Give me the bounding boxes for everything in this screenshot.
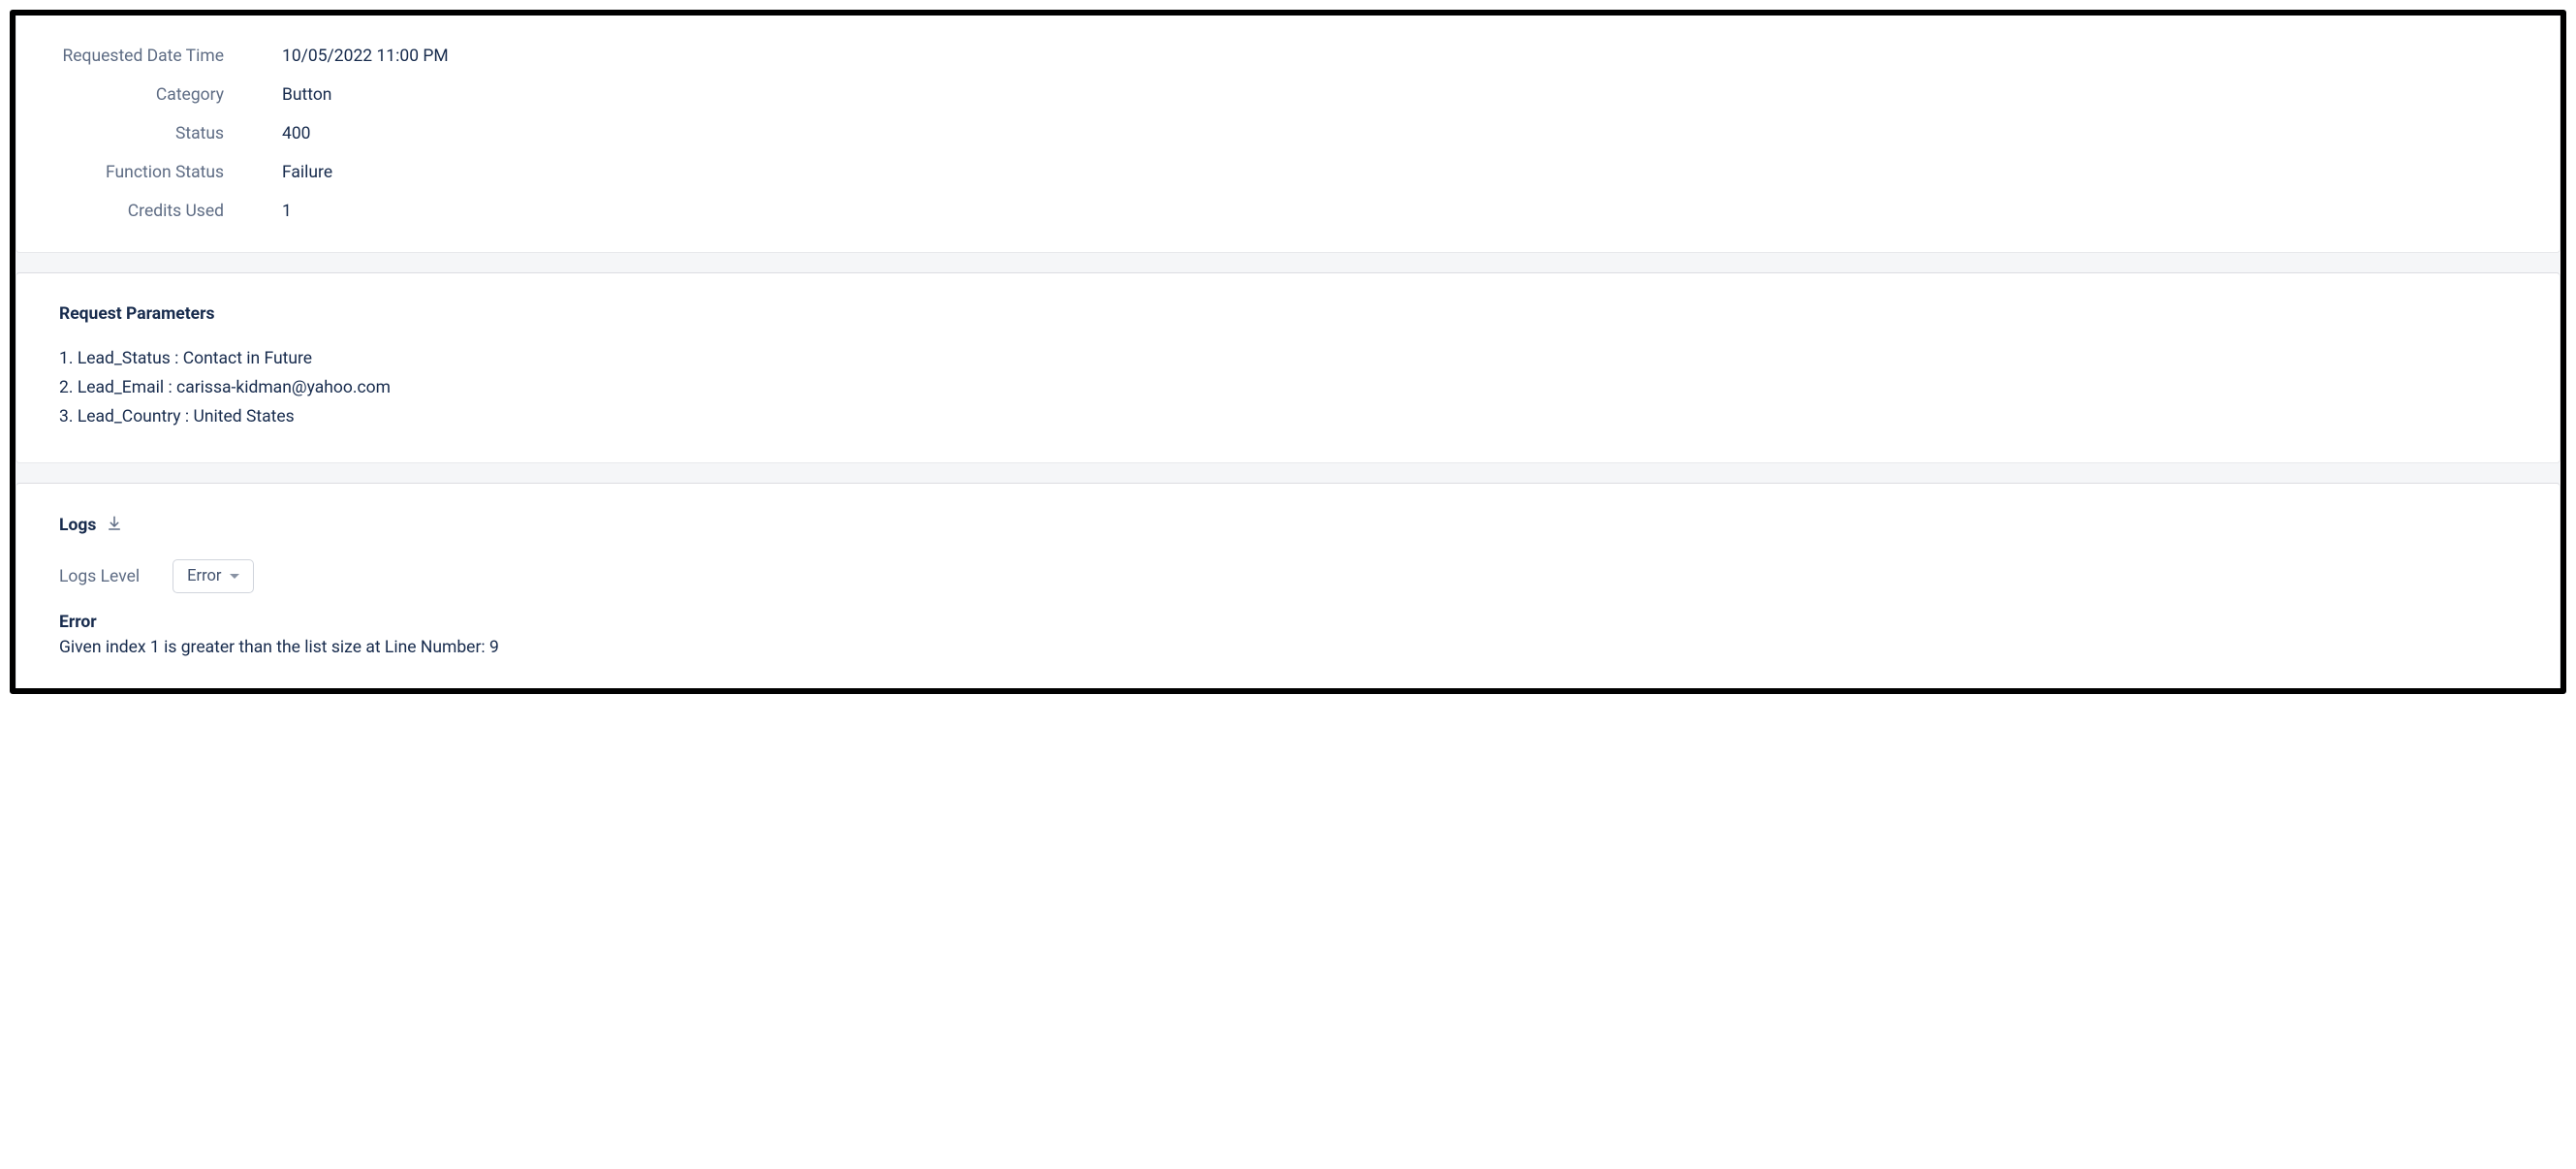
detail-row-category: Category Button [59,85,2517,105]
error-heading: Error [59,613,2517,632]
list-item: Lead_Email : carissa-kidman@yahoo.com [59,374,2517,403]
logs-level-select[interactable]: Error [173,559,253,593]
detail-label: Requested Date Time [59,47,224,66]
page-frame: Requested Date Time 10/05/2022 11:00 PM … [10,10,2566,694]
request-parameters-card: Request Parameters Lead_Status : Contact… [16,272,2560,463]
logs-level-row: Logs Level Error [59,559,2517,593]
detail-label: Function Status [59,163,224,182]
detail-label: Credits Used [59,202,224,221]
detail-row-requested-date-time: Requested Date Time 10/05/2022 11:00 PM [59,47,2517,66]
detail-label: Status [59,124,224,143]
chevron-down-icon [230,574,239,579]
download-icon[interactable] [106,515,123,536]
detail-row-status: Status 400 [59,124,2517,143]
request-parameters-list: Lead_Status : Contact in Future Lead_Ema… [59,345,2517,431]
logs-header: Logs [59,515,2517,536]
list-item: Lead_Country : United States [59,403,2517,432]
request-parameters-title: Request Parameters [59,304,2517,324]
logs-card: Logs Logs Level Error Error Given index … [16,483,2560,688]
detail-label: Category [59,85,224,105]
error-message: Given index 1 is greater than the list s… [59,638,2517,657]
details-card: Requested Date Time 10/05/2022 11:00 PM … [16,16,2560,253]
detail-value: 400 [282,124,311,143]
logs-title: Logs [59,516,96,535]
logs-level-selected: Error [187,567,221,585]
list-item: Lead_Status : Contact in Future [59,345,2517,374]
logs-level-label: Logs Level [59,567,140,586]
detail-value: Button [282,85,331,105]
detail-value: 1 [282,202,292,221]
detail-value: Failure [282,163,332,182]
detail-value: 10/05/2022 11:00 PM [282,47,449,66]
detail-row-function-status: Function Status Failure [59,163,2517,182]
detail-row-credits-used: Credits Used 1 [59,202,2517,221]
